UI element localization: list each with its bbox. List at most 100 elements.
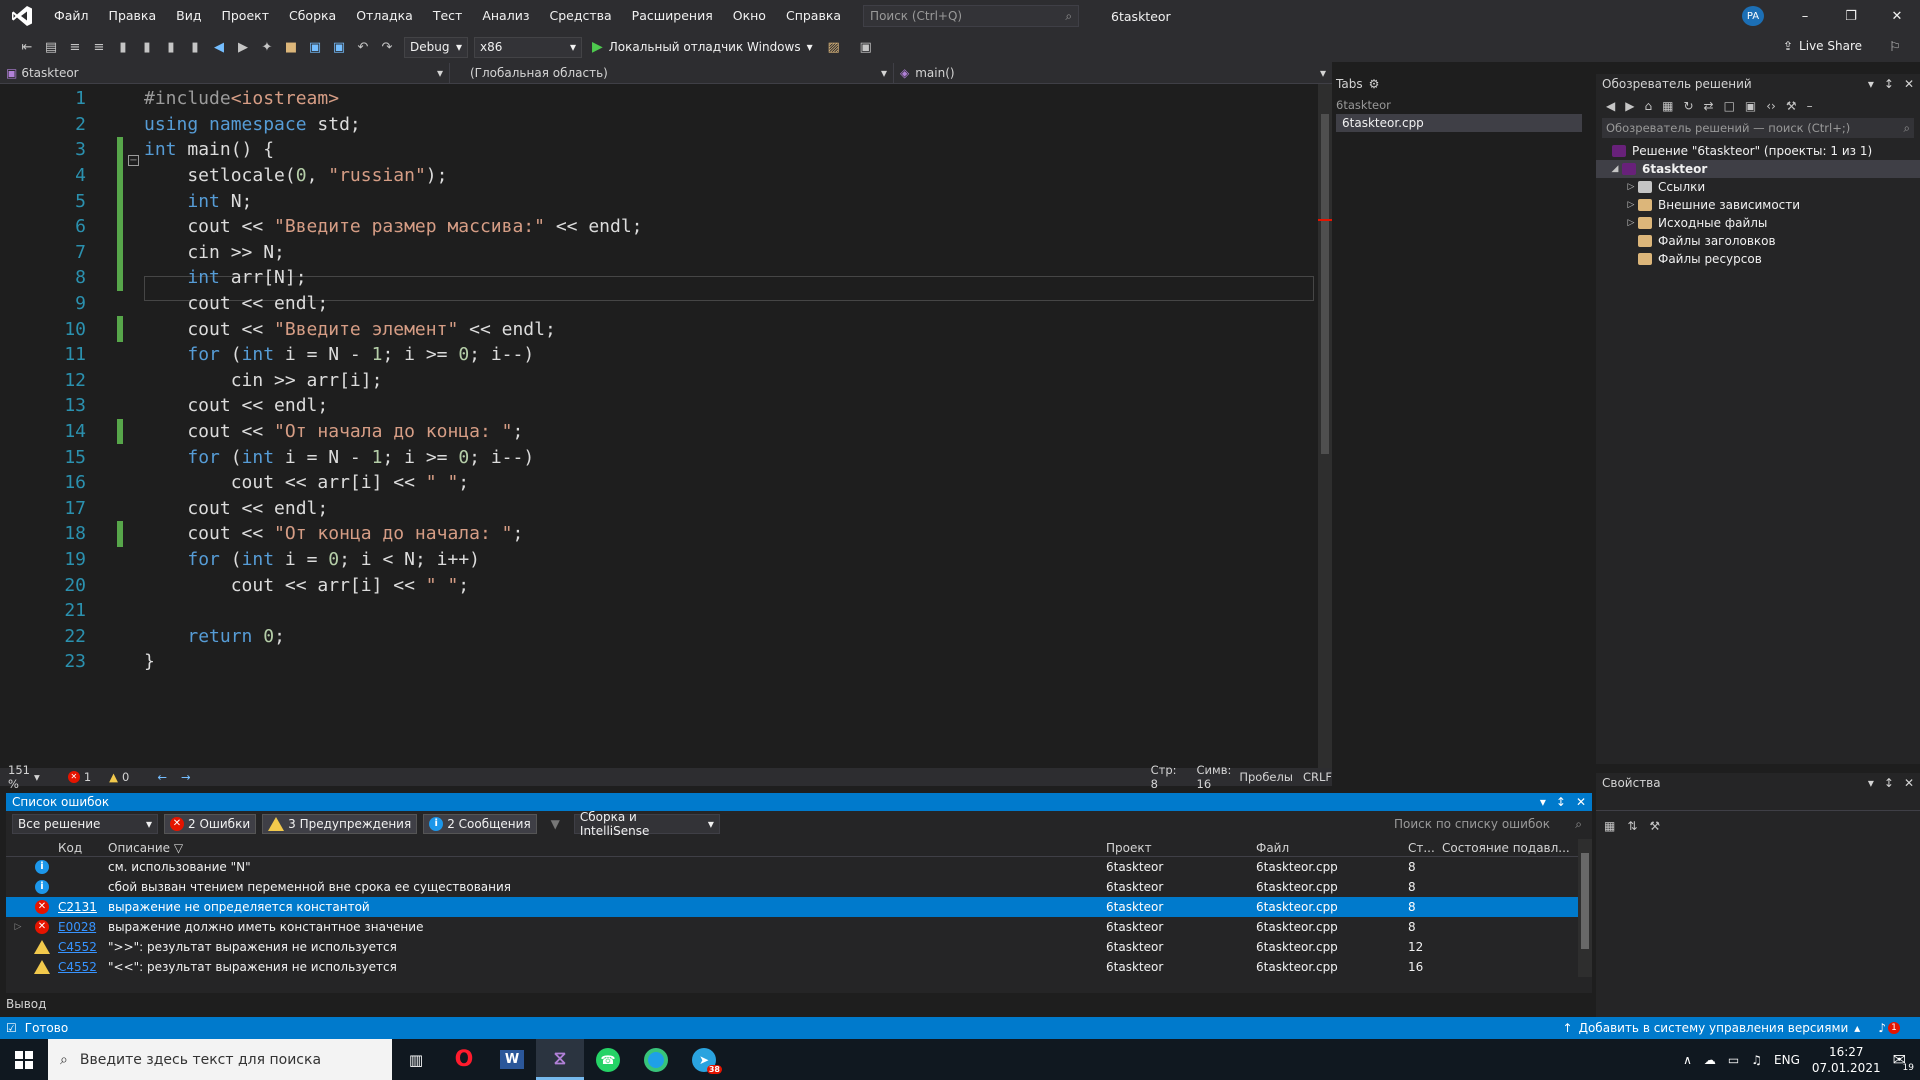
error-code-link[interactable]: C4552 [54, 940, 104, 954]
code-line[interactable]: 17 cout << endl; [0, 496, 1318, 522]
code-line[interactable]: 14 cout << "От начала до конца: "; [0, 418, 1318, 445]
scrollbar-thumb[interactable] [1321, 114, 1329, 454]
categorized-icon[interactable]: ▦ [1604, 819, 1615, 833]
code-line[interactable]: 20 cout << arr[i] << " "; [0, 572, 1318, 598]
menu-tools[interactable]: Средства [539, 0, 621, 32]
task-view-icon[interactable]: ▥ [392, 1039, 440, 1080]
code-line[interactable]: 22 return 0; [0, 624, 1318, 650]
pending-changes-icon[interactable]: ↻ [1683, 99, 1693, 113]
column-project[interactable]: Проект [1106, 841, 1256, 855]
tab-file-item[interactable]: 6taskteor.cpp [1336, 114, 1582, 132]
tree-item-source-files[interactable]: ▷ Исходные файлы [1596, 214, 1920, 232]
error-code-link[interactable]: E0028 [54, 920, 104, 934]
whitespace-mode[interactable]: Пробелы [1239, 770, 1293, 784]
collapsed-arrow-icon[interactable]: ▷ [1624, 200, 1638, 210]
windows-start-button[interactable] [0, 1039, 48, 1080]
configuration-dropdown[interactable]: Debug ▾ [404, 36, 468, 58]
gear-icon[interactable]: ⚙ [1369, 77, 1380, 91]
platform-dropdown[interactable]: x86 ▾ [474, 36, 582, 58]
hot-reload-icon[interactable]: ▨ [823, 36, 845, 58]
save-icon[interactable]: ▣ [304, 36, 326, 58]
bookmark-clear-icon[interactable]: ▮ [184, 36, 206, 58]
error-list-row[interactable]: ✕ C2131 выражение не определяется констант… [6, 897, 1578, 917]
code-line[interactable]: 13 cout << endl; [0, 393, 1318, 419]
telegram-app-icon[interactable]: ➤ 38 [680, 1039, 728, 1080]
code-editor[interactable]: − 1 #include<iostream> 2 using namespace st… [0, 84, 1318, 768]
code-line[interactable]: 18 cout << "От конца до начала: "; [0, 521, 1318, 547]
minimize-button[interactable]: – [1782, 0, 1828, 32]
back-icon[interactable]: ◀ [1606, 99, 1615, 113]
error-list-search-input[interactable]: Поиск по списку ошибок ⌕ [1390, 814, 1586, 834]
home-icon[interactable]: ⌂ [1644, 99, 1652, 113]
error-list-row[interactable]: i см. использование "N" 6taskteor 6taskteor… [6, 857, 1578, 877]
notifications-button[interactable]: ♪ 1 [1878, 1021, 1900, 1035]
menu-extensions[interactable]: Расширения [622, 0, 723, 32]
zoom-level[interactable]: 151 % [8, 763, 34, 791]
code-line[interactable]: 23} [0, 649, 1318, 675]
minus-icon[interactable]: – [1807, 99, 1813, 113]
close-icon[interactable]: ✕ [1904, 77, 1914, 91]
filter-icon[interactable]: ▼ [551, 817, 560, 831]
screenshot-icon[interactable]: ▣ [855, 36, 877, 58]
messages-filter-button[interactable]: i 2 Сообщения [423, 814, 537, 834]
pin-icon[interactable]: ↕ [1884, 77, 1894, 91]
column-code[interactable]: Код [54, 841, 104, 855]
open-folder-icon[interactable]: ■ [280, 36, 302, 58]
member-dropdown[interactable]: ◈ main() ▾ [894, 63, 1332, 83]
alphabetical-icon[interactable]: ⇅ [1627, 819, 1637, 833]
add-to-source-control-button[interactable]: ↑ Добавить в систему управления версиями… [1563, 1021, 1861, 1035]
edge-browser-icon[interactable] [632, 1039, 680, 1080]
property-pages-icon[interactable]: ⚒ [1649, 819, 1660, 833]
editor-vertical-scrollbar[interactable] [1318, 84, 1332, 768]
visual-studio-app-icon[interactable]: ⧖ [536, 1039, 584, 1080]
action-center-icon[interactable]: ✉ 19 [1893, 1050, 1914, 1073]
close-icon[interactable]: ✕ [1904, 776, 1914, 790]
code-line[interactable]: 9 cout << endl; [0, 291, 1318, 317]
undo-icon[interactable]: ↶ [352, 36, 374, 58]
switch-views-icon[interactable]: ▦ [1662, 99, 1673, 113]
bookmark-next-icon[interactable]: ▮ [160, 36, 182, 58]
toolbar-layout-icon[interactable]: ▤ [40, 36, 62, 58]
chevron-down-icon[interactable]: ▾ [34, 770, 40, 784]
code-line[interactable]: 8 int arr[N]; [0, 265, 1318, 291]
taskbar-search-box[interactable]: ⌕ Введите здесь текст для поиска [48, 1039, 392, 1080]
cloud-icon[interactable]: ☁ [1704, 1053, 1716, 1067]
code-line[interactable]: 6 cout << "Введите размер массива:" << e… [0, 214, 1318, 240]
error-list-row[interactable]: C4552 "<<": результат выражения не исполь… [6, 957, 1578, 977]
error-code-link[interactable]: C2131 [54, 900, 104, 914]
collapsed-arrow-icon[interactable]: ▷ [1624, 218, 1638, 228]
clock[interactable]: 16:27 07.01.2021 [1812, 1044, 1881, 1076]
menu-test[interactable]: Тест [423, 0, 472, 32]
collapsed-arrow-icon[interactable]: ▷ [1624, 182, 1638, 192]
word-app-icon[interactable]: W [488, 1039, 536, 1080]
editor-warnings-indicator[interactable]: ▲ 0 [109, 770, 129, 784]
forward-icon[interactable]: ▶ [1625, 99, 1634, 113]
save-all-icon[interactable]: ▣ [328, 36, 350, 58]
errors-filter-button[interactable]: ✕ 2 Ошибки [164, 814, 257, 834]
menu-edit[interactable]: Правка [99, 0, 167, 32]
menu-project[interactable]: Проект [211, 0, 279, 32]
warnings-filter-button[interactable]: 3 Предупреждения [262, 814, 418, 834]
menu-analyze[interactable]: Анализ [472, 0, 539, 32]
error-list-row[interactable]: ▷ ✕ E0028 выражение должно иметь константно… [6, 917, 1578, 937]
error-list-row[interactable]: C4552 ">>": результат выражения не исполь… [6, 937, 1578, 957]
restore-button[interactable]: ❐ [1828, 0, 1874, 32]
code-line[interactable]: 3 int main() { [0, 137, 1318, 163]
menu-debug[interactable]: Отладка [346, 0, 423, 32]
code-line[interactable]: 7 cin >> N; [0, 239, 1318, 266]
tree-item-references[interactable]: ▷ Ссылки [1596, 178, 1920, 196]
expand-arrow-icon[interactable]: ▷ [6, 922, 30, 932]
code-line[interactable]: 16 cout << arr[i] << " "; [0, 470, 1318, 496]
start-debugging-button[interactable]: ▶ Локальный отладчик Windows ▾ [592, 39, 813, 55]
tree-item-resource-files[interactable]: Файлы ресурсов [1596, 250, 1920, 268]
code-line[interactable]: 4 setlocale(0, "russian"); [0, 162, 1318, 189]
redo-icon[interactable]: ↷ [376, 36, 398, 58]
sync-icon[interactable]: ⇄ [1704, 99, 1714, 113]
code-line[interactable]: 2 using namespace std; [0, 112, 1318, 138]
toolbar-nav-icon[interactable]: ⇤ [16, 36, 38, 58]
volume-icon[interactable]: ♫ [1751, 1053, 1762, 1067]
chevron-down-icon[interactable]: ▾ [1868, 77, 1874, 91]
close-icon[interactable]: ✕ [1576, 795, 1586, 809]
column-description[interactable]: Описание ▽ [104, 841, 1106, 855]
error-code-link[interactable]: C4552 [54, 960, 104, 974]
